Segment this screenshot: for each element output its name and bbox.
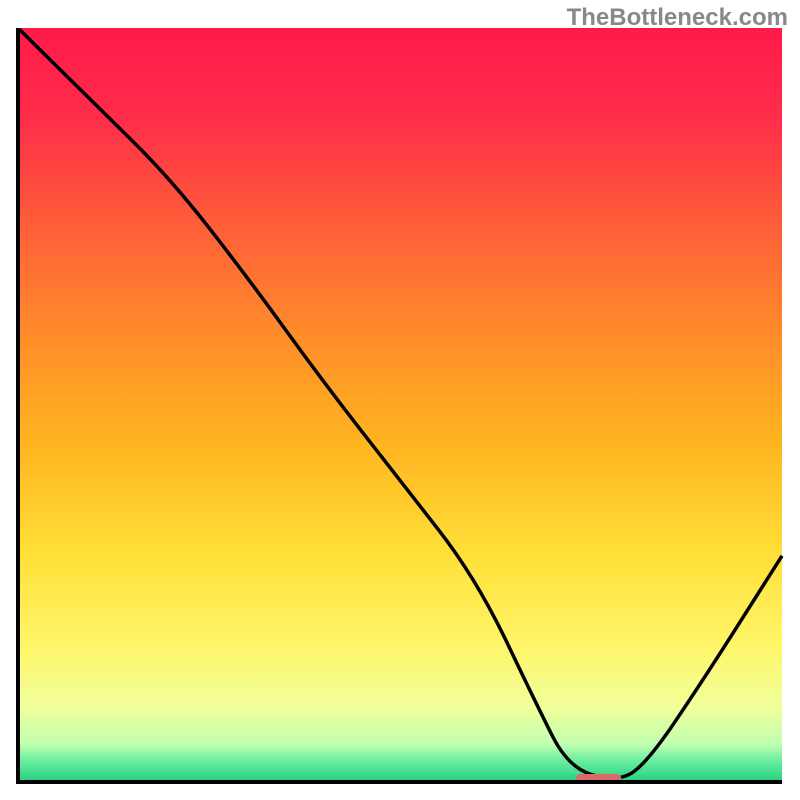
chart-container: TheBottleneck.com [0, 0, 800, 800]
chart-svg [16, 28, 784, 784]
plot-area [16, 28, 784, 784]
watermark-text: TheBottleneck.com [567, 4, 788, 32]
